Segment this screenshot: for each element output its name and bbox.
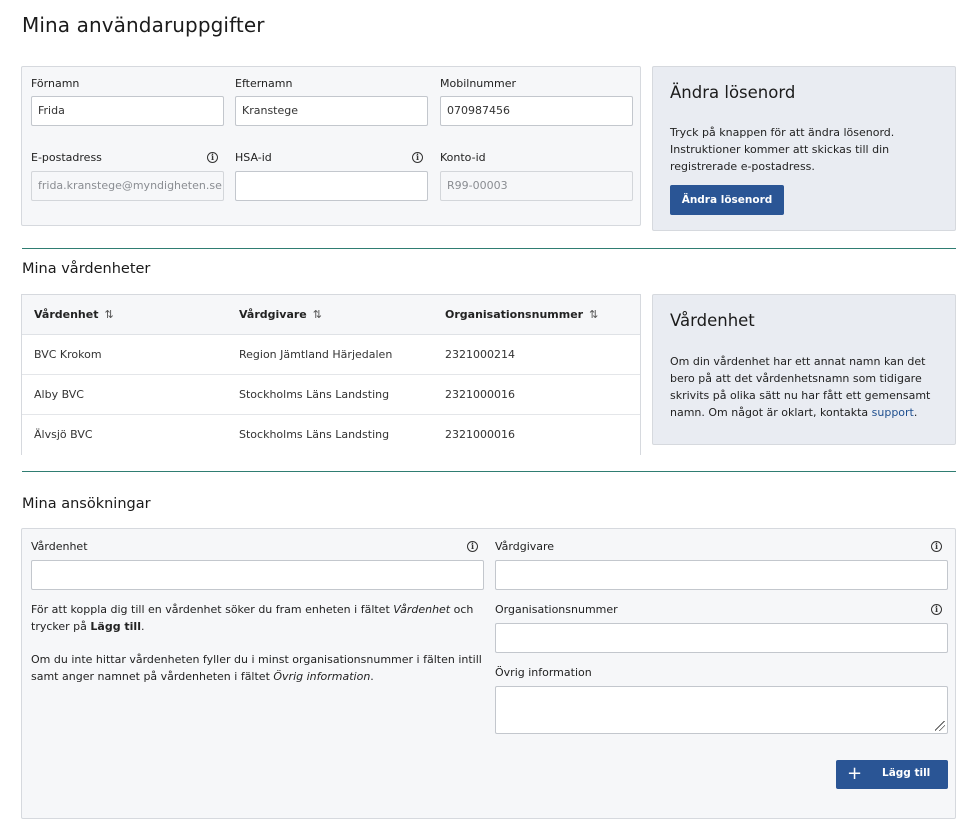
column-header-org-number[interactable]: Organisationsnummer ⇅ bbox=[445, 295, 598, 335]
support-link[interactable]: support bbox=[872, 406, 914, 419]
last-name-field[interactable]: Kranstege bbox=[235, 96, 428, 126]
cell-unit: Älvsjö BVC bbox=[34, 428, 93, 441]
table-header: Vårdenhet ⇅ Vårdgivare ⇅ Organisationsnumm… bbox=[22, 295, 640, 335]
unit-info-text: Om din vårdenhet har ett annat namn kan … bbox=[670, 355, 931, 419]
resize-handle[interactable] bbox=[935, 721, 945, 731]
applications-section-title: Mina ansökningar bbox=[22, 496, 151, 512]
table-row: Älvsjö BVC Stockholms Läns Landsting 232… bbox=[22, 415, 640, 455]
change-password-title: Ändra lösenord bbox=[670, 83, 796, 102]
sort-icon[interactable]: ⇅ bbox=[104, 308, 113, 321]
email-label: E-postadress bbox=[31, 151, 102, 164]
cell-org-number: 2321000016 bbox=[445, 428, 515, 441]
account-id-field: R99-00003 bbox=[440, 171, 633, 201]
table-row: Alby BVC Stockholms Läns Landsting 23210… bbox=[22, 375, 640, 415]
provider-input[interactable] bbox=[495, 560, 948, 590]
cell-org-number: 2321000214 bbox=[445, 348, 515, 361]
mobile-label: Mobilnummer bbox=[440, 77, 516, 90]
units-section-title: Mina vårdenheter bbox=[22, 261, 151, 277]
other-info-textarea[interactable] bbox=[495, 686, 948, 734]
column-header-provider[interactable]: Vårdgivare ⇅ bbox=[239, 295, 322, 335]
provider-label: Vårdgivare bbox=[495, 540, 555, 553]
unit-info-panel: Vårdenhet Om din vårdenhet har ett annat… bbox=[652, 294, 956, 445]
unit-search-input[interactable] bbox=[31, 560, 484, 590]
cell-unit: BVC Krokom bbox=[34, 348, 102, 361]
info-icon[interactable]: i bbox=[412, 152, 423, 163]
sort-icon[interactable]: ⇅ bbox=[589, 308, 598, 321]
mobile-field[interactable]: 070987456 bbox=[440, 96, 633, 126]
info-icon[interactable]: i bbox=[467, 541, 478, 552]
hsa-id-field[interactable] bbox=[235, 171, 428, 201]
info-icon[interactable]: i bbox=[931, 604, 942, 615]
change-password-button[interactable]: Ändra lösenord bbox=[670, 185, 784, 215]
help-text-not-found: Om du inte hittar vårdenheten fyller du … bbox=[31, 653, 482, 683]
email-field: frida.kranstege@myndigheten.se bbox=[31, 171, 224, 201]
plus-icon: + bbox=[847, 763, 863, 784]
cell-provider: Region Jämtland Härjedalen bbox=[239, 348, 393, 361]
cell-unit: Alby BVC bbox=[34, 388, 84, 401]
add-button[interactable]: + Lägg till bbox=[836, 760, 948, 789]
unit-info-title: Vårdenhet bbox=[670, 311, 755, 330]
profile-panel: Förnamn Frida Efternamn Kranstege Mobiln… bbox=[21, 66, 641, 226]
section-divider bbox=[22, 471, 956, 472]
units-table: Vårdenhet ⇅ Vårdgivare ⇅ Organisationsnumm… bbox=[21, 294, 641, 455]
unit-label: Vårdenhet bbox=[31, 540, 88, 553]
org-number-label: Organisationsnummer bbox=[495, 603, 618, 616]
cell-provider: Stockholms Läns Landsting bbox=[239, 388, 390, 401]
hsa-id-label: HSA-id bbox=[235, 151, 272, 164]
account-id-label: Konto-id bbox=[440, 151, 486, 164]
change-password-text: Tryck på knappen för att ändra lösenord.… bbox=[670, 126, 895, 173]
section-divider bbox=[22, 248, 956, 249]
sort-icon[interactable]: ⇅ bbox=[313, 308, 322, 321]
last-name-label: Efternamn bbox=[235, 77, 293, 90]
table-row: BVC Krokom Region Jämtland Härjedalen 23… bbox=[22, 335, 640, 375]
first-name-field[interactable]: Frida bbox=[31, 96, 224, 126]
first-name-label: Förnamn bbox=[31, 77, 80, 90]
column-header-unit[interactable]: Vårdenhet ⇅ bbox=[34, 295, 114, 335]
info-icon[interactable]: i bbox=[207, 152, 218, 163]
info-icon[interactable]: i bbox=[931, 541, 942, 552]
other-info-label: Övrig information bbox=[495, 666, 592, 679]
org-number-input[interactable] bbox=[495, 623, 948, 653]
cell-org-number: 2321000016 bbox=[445, 388, 515, 401]
applications-panel: Vårdenhet i För att koppla dig till en v… bbox=[21, 528, 956, 819]
page-title: Mina användaruppgifter bbox=[22, 13, 265, 37]
add-button-label: Lägg till bbox=[882, 767, 931, 779]
cell-provider: Stockholms Läns Landsting bbox=[239, 428, 390, 441]
change-password-panel: Ändra lösenord Tryck på knappen för att … bbox=[652, 66, 956, 231]
help-text-add: För att koppla dig till en vårdenhet sök… bbox=[31, 603, 474, 633]
